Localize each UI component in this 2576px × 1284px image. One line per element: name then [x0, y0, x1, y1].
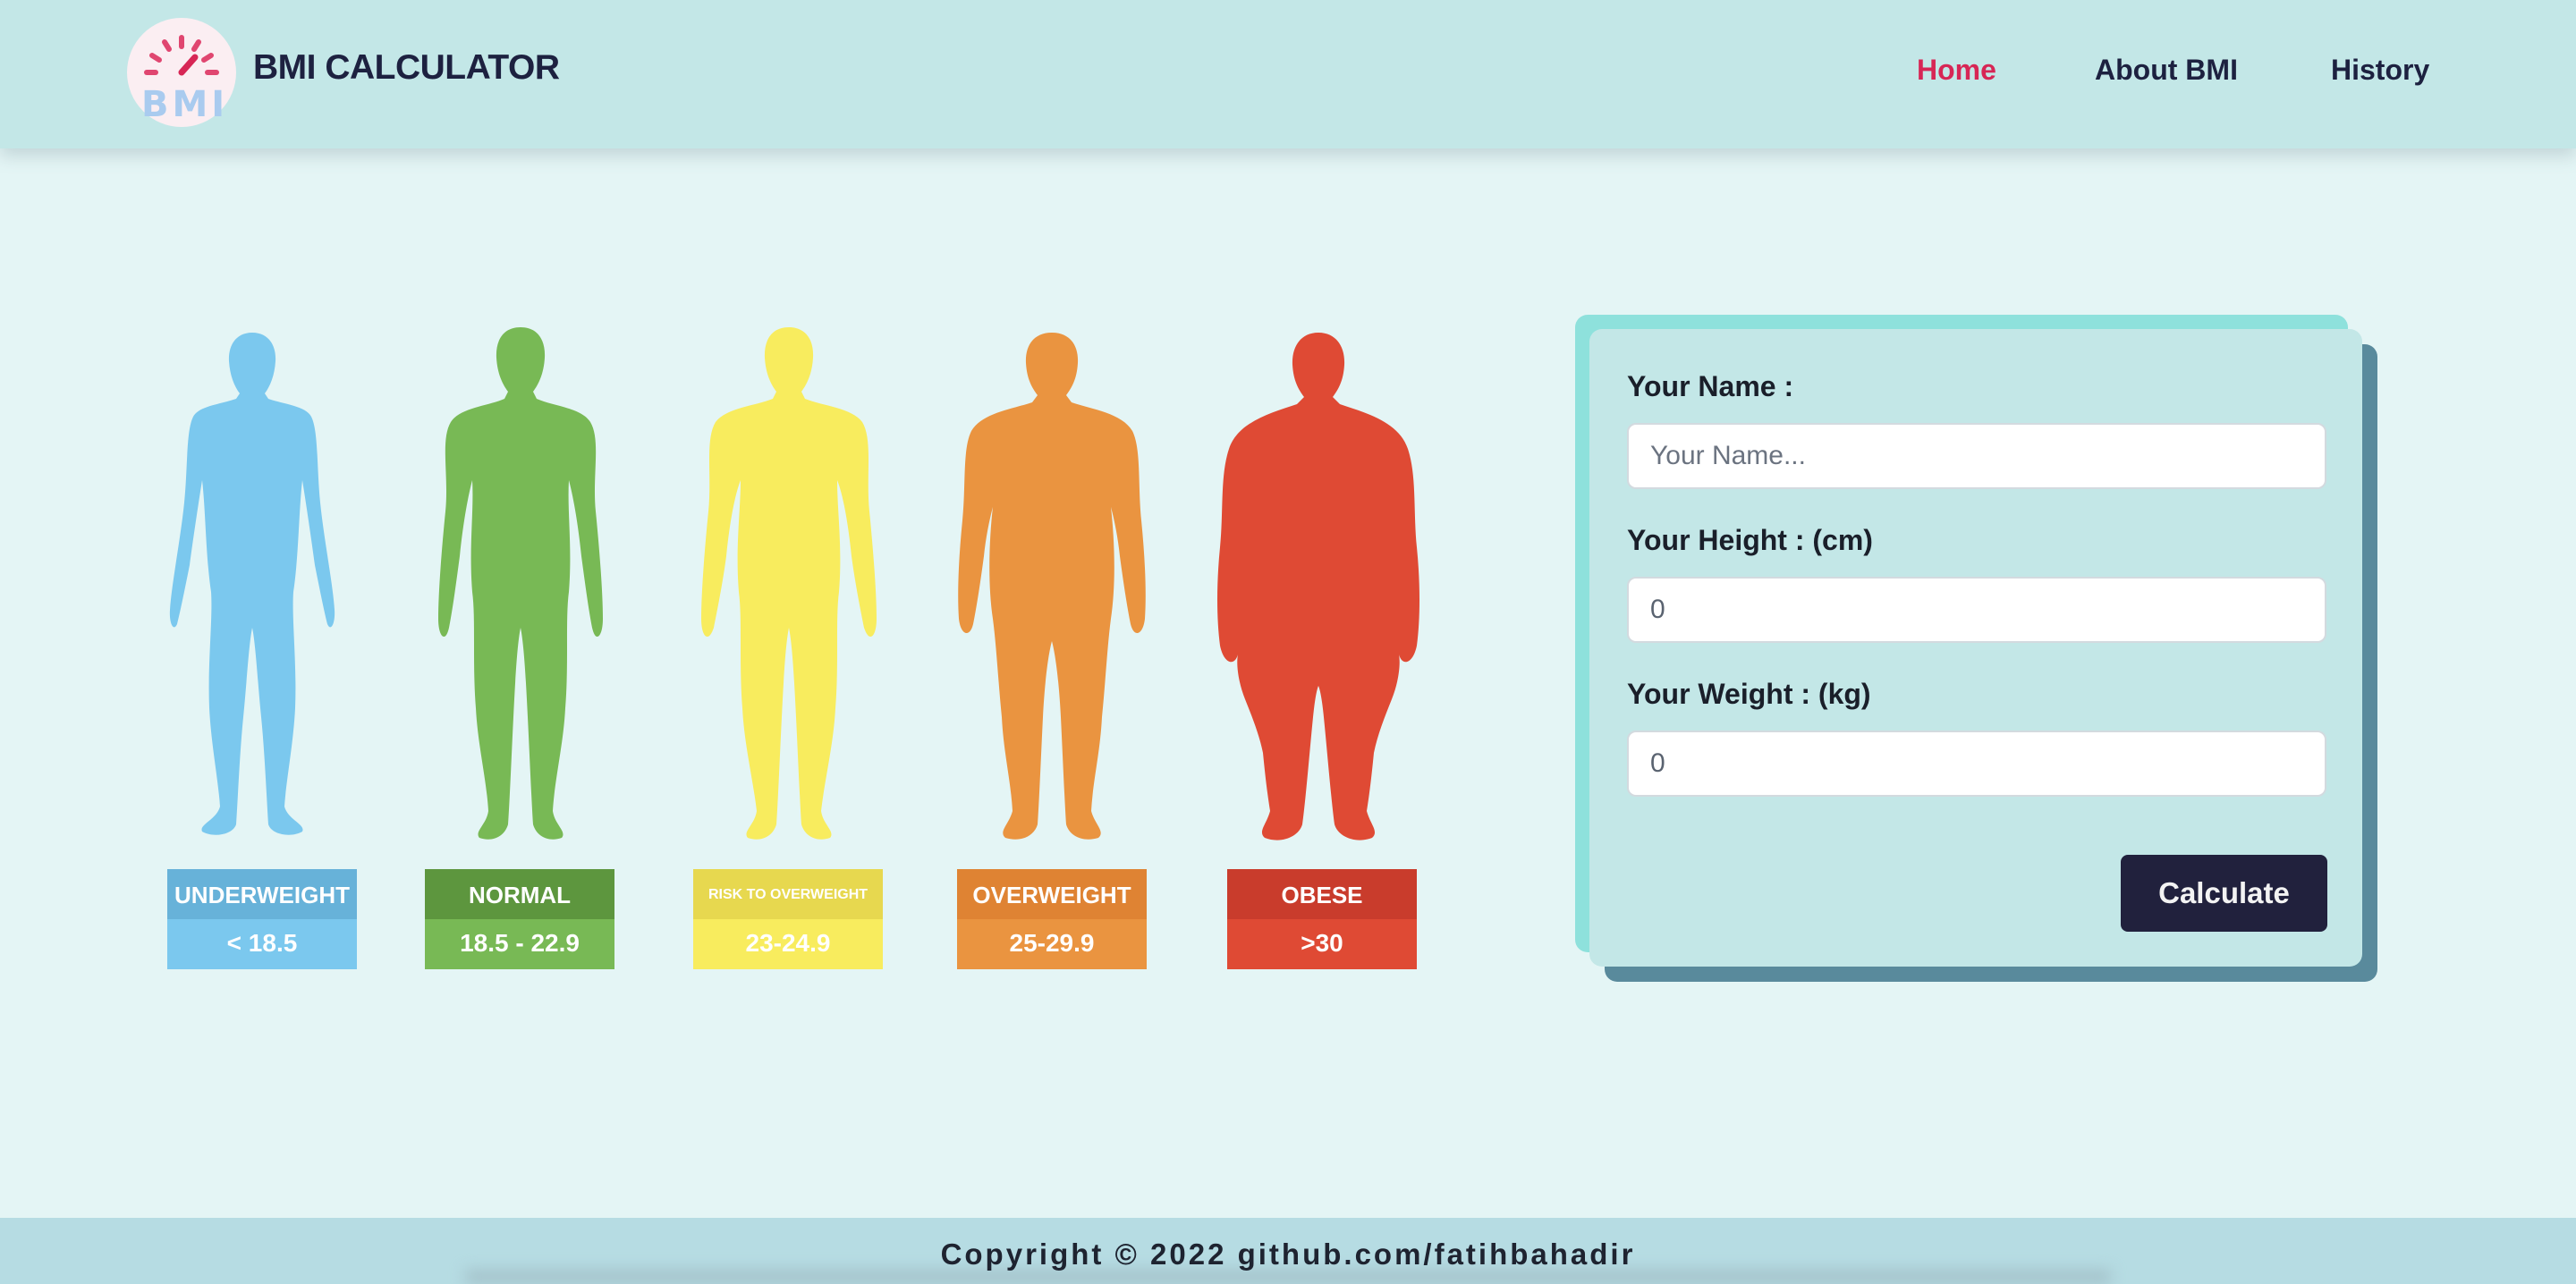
- badge-range: 18.5 - 22.9: [425, 919, 614, 969]
- logo-text: BMI: [141, 84, 229, 125]
- height-input[interactable]: [1627, 577, 2326, 643]
- overweight-badge: OVERWEIGHT 25-29.9: [957, 869, 1147, 969]
- name-label: Your Name :: [1627, 370, 1794, 402]
- nav-about-bmi[interactable]: About BMI: [2095, 54, 2238, 87]
- footer-shadow: [465, 1270, 2111, 1284]
- badge-label: RISK TO OVERWEIGHT: [693, 869, 883, 919]
- obese-badge: OBESE >30: [1227, 869, 1417, 969]
- calculate-button[interactable]: Calculate: [2121, 855, 2327, 932]
- badge-range: < 18.5: [167, 919, 357, 969]
- nav-home[interactable]: Home: [1917, 54, 1996, 87]
- risk-to-overweight-figure: [673, 324, 905, 841]
- badge-range: 25-29.9: [957, 919, 1147, 969]
- weight-input[interactable]: [1627, 731, 2326, 797]
- badge-label: NORMAL: [425, 869, 614, 919]
- badge-label: UNDERWEIGHT: [167, 869, 357, 919]
- badge-range: >30: [1227, 919, 1417, 969]
- badge-range: 23-24.9: [693, 919, 883, 969]
- copyright-text[interactable]: Copyright © 2022 github.com/fatihbahadir: [0, 1238, 2576, 1271]
- overweight-figure: [936, 324, 1168, 841]
- brand-title[interactable]: BMI CALCULATOR: [253, 48, 560, 88]
- header: BMI BMI CALCULATOR Home About BMI Histor…: [0, 0, 2576, 148]
- nav-history[interactable]: History: [2331, 54, 2429, 87]
- normal-badge: NORMAL 18.5 - 22.9: [425, 869, 614, 969]
- badge-label: OBESE: [1227, 869, 1417, 919]
- normal-figure: [404, 324, 637, 841]
- badge-label: OVERWEIGHT: [957, 869, 1147, 919]
- weight-label: Your Weight : (kg): [1627, 678, 1871, 710]
- risk-to-overweight-badge: RISK TO OVERWEIGHT 23-24.9: [693, 869, 883, 969]
- obese-figure: [1202, 324, 1435, 841]
- underweight-figure: [136, 324, 369, 841]
- name-input[interactable]: [1627, 423, 2326, 489]
- height-label: Your Height : (cm): [1627, 524, 1873, 556]
- logo[interactable]: BMI: [127, 14, 236, 127]
- underweight-badge: UNDERWEIGHT < 18.5: [167, 869, 357, 969]
